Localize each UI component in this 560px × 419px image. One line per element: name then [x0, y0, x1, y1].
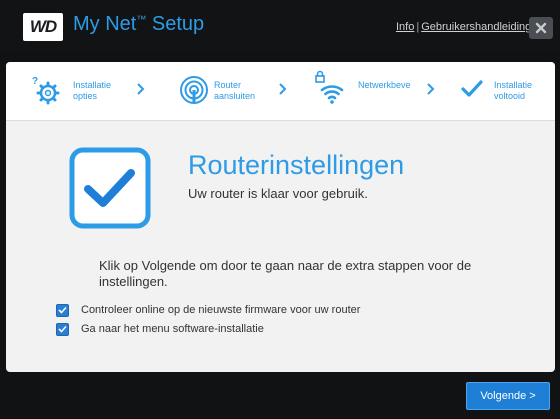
- wifi-lock-icon: [315, 70, 344, 104]
- step-connect-router: Router aansluiten: [174, 62, 284, 120]
- step-label: Netwerkbeve: [358, 80, 411, 90]
- info-link[interactable]: Info: [396, 21, 414, 33]
- close-icon: [535, 22, 547, 34]
- svg-text:?: ?: [32, 76, 38, 87]
- manual-link[interactable]: Gebruikershandleiding: [421, 21, 531, 33]
- trademark-symbol: ™: [136, 14, 147, 26]
- logo-text: WD: [29, 17, 57, 36]
- gear-question-icon: ?: [32, 76, 60, 105]
- link-separator: |: [416, 21, 420, 33]
- chevron-right-icon: [137, 83, 145, 95]
- main-panel: ? Installatie opties Router aansluiten N…: [6, 62, 555, 372]
- next-button[interactable]: Volgende >: [466, 382, 550, 410]
- step-label: Installatie voltooid: [494, 80, 533, 101]
- router-icon: [180, 76, 208, 104]
- wd-logo: WD: [23, 13, 63, 41]
- checkbox-check-icon: [58, 325, 67, 333]
- app-suffix: Setup: [146, 13, 205, 35]
- header-links: Info | Gebruikershandleiding: [396, 21, 531, 33]
- close-button[interactable]: [529, 17, 553, 39]
- step-installation-options: ? Installatie opties: [6, 62, 136, 120]
- software-menu-checkbox-label: Ga naar het menu software-installatie: [81, 323, 264, 335]
- instruction-text: Klik op Volgende om door te gaan naar de…: [99, 258, 472, 289]
- step-installation-complete: Installatie voltooid: [458, 62, 555, 120]
- chevron-right-icon: [427, 83, 435, 95]
- step-label: Installatie opties: [73, 80, 112, 101]
- app-title: My Net™ Setup: [73, 13, 204, 36]
- app-name: My Net: [73, 13, 137, 35]
- page-subtitle: Uw router is klaar voor gebruik.: [188, 186, 368, 201]
- page-title: Routerinstellingen: [188, 150, 405, 180]
- checkmark-icon: [461, 80, 483, 97]
- software-menu-option: Ga naar het menu software-installatie: [56, 321, 264, 337]
- success-check-icon: [69, 147, 151, 229]
- firmware-check-option: Controleer online op de nieuwste firmwar…: [56, 302, 360, 318]
- checkbox-check-icon: [58, 306, 67, 314]
- firmware-checkbox-label: Controleer online op de nieuwste firmwar…: [81, 304, 361, 316]
- step-network-security: Netwerkbeve: [311, 62, 421, 120]
- firmware-checkbox[interactable]: [56, 303, 69, 317]
- title-bar: WD My Net™ Setup Info | Gebruikershandleid…: [0, 0, 560, 52]
- chevron-right-icon: [279, 83, 287, 95]
- progress-steps: ? Installatie opties Router aansluiten N…: [6, 62, 555, 121]
- software-menu-checkbox[interactable]: [56, 322, 69, 336]
- step-label: Router aansluiten: [214, 80, 256, 101]
